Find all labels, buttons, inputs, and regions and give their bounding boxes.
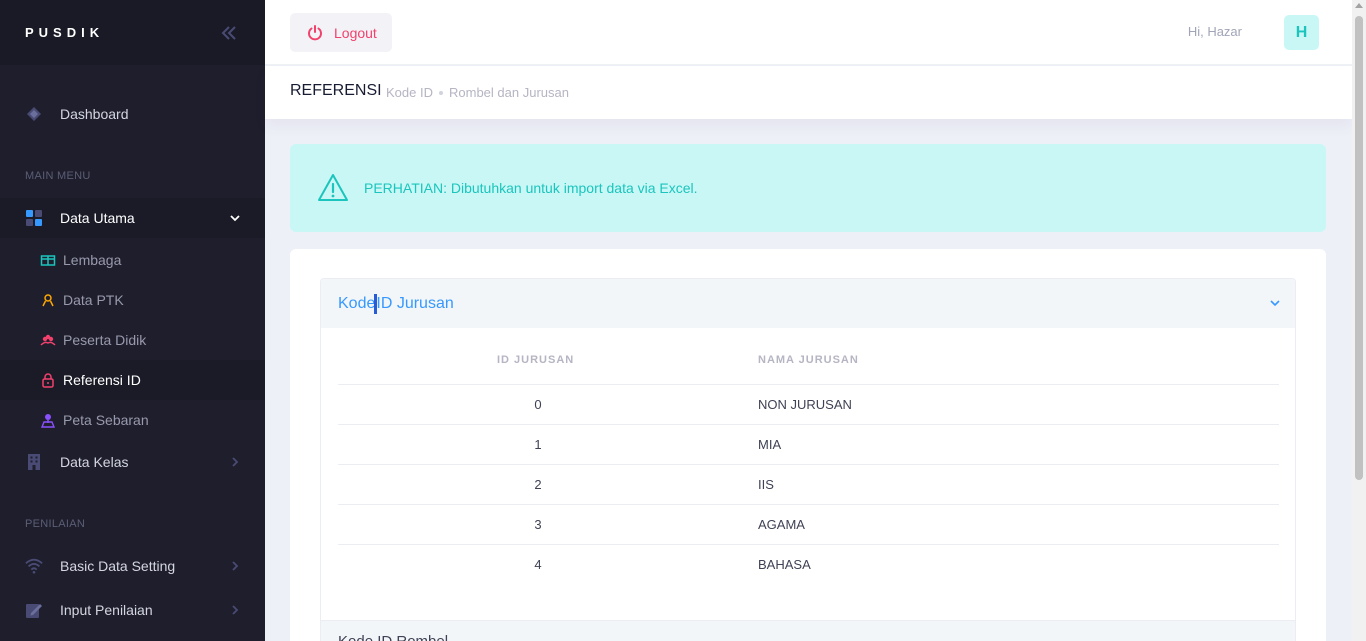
sidebar-item-label: Data Utama <box>60 210 135 226</box>
sidebar: PUSDIK Dashboard MAIN MENU Data Utama Le… <box>0 0 265 641</box>
accordion: Kode ID Jurusan ID JURUSAN NAMA JURUSAN 0… <box>320 278 1296 641</box>
brand-bar: PUSDIK <box>0 0 265 65</box>
accordion-header-jurusan[interactable]: Kode ID Jurusan <box>321 279 1295 328</box>
sidebar-subitem-peserta-didik[interactable]: Peserta Didik <box>0 320 265 360</box>
users-icon <box>40 332 56 348</box>
column-header: ID JURUSAN <box>497 354 575 366</box>
grid-icon <box>25 209 43 227</box>
table-row: 3 AGAMA <box>338 504 1279 544</box>
breadcrumb-item[interactable]: Rombel dan Jurusan <box>449 85 569 100</box>
chevron-down-icon <box>230 215 240 222</box>
accordion-title-part: Kode <box>338 294 376 312</box>
scrollbar-thumb[interactable] <box>1355 16 1363 480</box>
table-row: 2 IIS <box>338 464 1279 504</box>
power-icon <box>308 24 322 40</box>
sidebar-item-label: Basic Data Setting <box>60 558 176 574</box>
alert-text: PERHATIAN: Dibutuhkan untuk import data … <box>364 180 698 196</box>
cell-id: 2 <box>534 477 542 492</box>
chevron-right-icon <box>232 561 239 571</box>
section-main-menu: MAIN MENU <box>25 170 91 182</box>
logout-label: Logout <box>334 24 377 41</box>
sidebar-item-basic-data-setting[interactable]: Basic Data Setting <box>0 546 265 586</box>
lock-icon <box>40 372 56 388</box>
subheader: REFERENSI Kode ID Rombel dan Jurusan <box>265 66 1352 119</box>
user-greeting[interactable]: Hi, Hazar <box>1188 24 1242 39</box>
cell-id: 4 <box>534 557 542 572</box>
building-icon <box>25 453 43 471</box>
table-row: 0 NON JURUSAN <box>338 384 1279 424</box>
wifi-icon <box>25 557 43 575</box>
breadcrumb-separator <box>439 91 443 95</box>
edit-icon <box>25 601 43 619</box>
sidebar-subitem-label: Lembaga <box>63 252 122 268</box>
chevron-right-icon <box>232 457 239 467</box>
table-row: 4 BAHASA <box>338 544 1279 584</box>
top-header: Logout Hi, Hazar H <box>265 0 1352 65</box>
cell-name: NON JURUSAN <box>758 397 852 412</box>
sidebar-subitem-lembaga[interactable]: Lembaga <box>0 240 265 280</box>
collapse-sidebar-icon[interactable] <box>218 22 240 44</box>
page-title: REFERENSI <box>290 82 382 99</box>
section-penilaian: PENILAIAN <box>25 518 86 530</box>
sidebar-subitem-label: Peta Sebaran <box>63 412 149 428</box>
breadcrumb-item[interactable]: Kode ID <box>386 85 433 100</box>
sidebar-item-data-utama[interactable]: Data Utama <box>0 198 265 238</box>
chevron-down-icon[interactable] <box>1269 298 1281 308</box>
cell-id: 1 <box>534 437 542 452</box>
content-card: Kode ID Jurusan ID JURUSAN NAMA JURUSAN 0… <box>290 249 1326 641</box>
user-icon <box>40 292 56 308</box>
sidebar-subitem-data-ptk[interactable]: Data PTK <box>0 280 265 320</box>
column-header: NAMA JURUSAN <box>758 354 859 366</box>
scroll-up-arrow-icon[interactable] <box>1355 3 1363 8</box>
cell-id: 3 <box>534 517 542 532</box>
info-alert: PERHATIAN: Dibutuhkan untuk import data … <box>290 144 1326 232</box>
chevron-right-icon <box>232 605 239 615</box>
map-pin-icon <box>40 412 56 428</box>
sidebar-subitem-label: Data PTK <box>63 292 124 308</box>
sidebar-subitem-label: Peserta Didik <box>63 332 147 348</box>
sidebar-item-label: Dashboard <box>60 106 129 122</box>
brand-logo[interactable]: PUSDIK <box>25 25 104 40</box>
page-scrollbar[interactable] <box>1352 0 1366 641</box>
accordion-title-part: ID Jurusan <box>376 294 454 312</box>
diamond-icon <box>25 105 43 123</box>
sidebar-subitem-peta-sebaran[interactable]: Peta Sebaran <box>0 400 265 440</box>
sidebar-subitem-referensi-id[interactable]: Referensi ID <box>0 360 265 400</box>
warning-icon <box>318 174 348 201</box>
avatar[interactable]: H <box>1284 15 1319 50</box>
sidebar-item-label: Input Penilaian <box>60 602 153 618</box>
sidebar-item-data-kelas[interactable]: Data Kelas <box>0 442 265 482</box>
sidebar-item-dashboard[interactable]: Dashboard <box>0 94 265 134</box>
cell-name: BAHASA <box>758 557 811 572</box>
table-row: 1 MIA <box>338 424 1279 464</box>
building-icon <box>40 252 56 268</box>
cell-id: 0 <box>534 397 542 412</box>
cell-name: MIA <box>758 437 782 452</box>
sidebar-subitem-label: Referensi ID <box>63 372 141 388</box>
sidebar-item-input-penilaian[interactable]: Input Penilaian <box>0 590 265 630</box>
cell-name: IIS <box>758 477 774 492</box>
accordion-header-rombel[interactable]: Kode ID Rombel <box>321 620 1295 641</box>
logout-button[interactable]: Logout <box>290 13 392 52</box>
cell-name: AGAMA <box>758 517 805 532</box>
sidebar-item-label: Data Kelas <box>60 454 129 470</box>
